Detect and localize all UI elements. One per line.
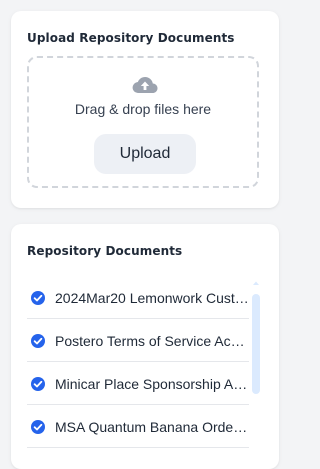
repository-card: Repository Documents 2024Mar20 Lemonwork… bbox=[11, 224, 279, 469]
file-dropzone[interactable]: Drag & drop files here Upload bbox=[27, 56, 259, 188]
document-list-item[interactable]: 2024Mar20 Lemonwork Custo… bbox=[27, 276, 249, 319]
document-name: Minicar Place Sponsorship Agr… bbox=[55, 376, 249, 392]
repository-card-title: Repository Documents bbox=[27, 244, 183, 258]
cloud-upload-icon bbox=[132, 77, 158, 93]
document-list-item[interactable]: MSA Quantum Banana Order … bbox=[27, 405, 249, 448]
check-circle-icon bbox=[31, 291, 45, 305]
check-circle-icon bbox=[31, 377, 45, 391]
upload-card: Upload Repository Documents Drag & drop … bbox=[11, 11, 279, 208]
document-list: 2024Mar20 Lemonwork Custo… Postero Terms… bbox=[27, 276, 249, 448]
scroll-up-arrow-icon[interactable] bbox=[252, 280, 260, 286]
document-list-item[interactable]: Postero Terms of Service Acm… bbox=[27, 319, 249, 362]
scrollbar-thumb[interactable] bbox=[252, 294, 260, 394]
check-circle-icon bbox=[31, 420, 45, 434]
document-name: Postero Terms of Service Acm… bbox=[55, 333, 249, 349]
document-list-item[interactable]: Minicar Place Sponsorship Agr… bbox=[27, 362, 249, 405]
check-circle-icon bbox=[31, 334, 45, 348]
document-name: MSA Quantum Banana Order … bbox=[55, 419, 249, 435]
document-name: 2024Mar20 Lemonwork Custo… bbox=[55, 290, 249, 306]
upload-button[interactable]: Upload bbox=[94, 134, 196, 174]
upload-card-title: Upload Repository Documents bbox=[27, 31, 235, 45]
drop-instructions: Drag & drop files here bbox=[74, 101, 212, 117]
